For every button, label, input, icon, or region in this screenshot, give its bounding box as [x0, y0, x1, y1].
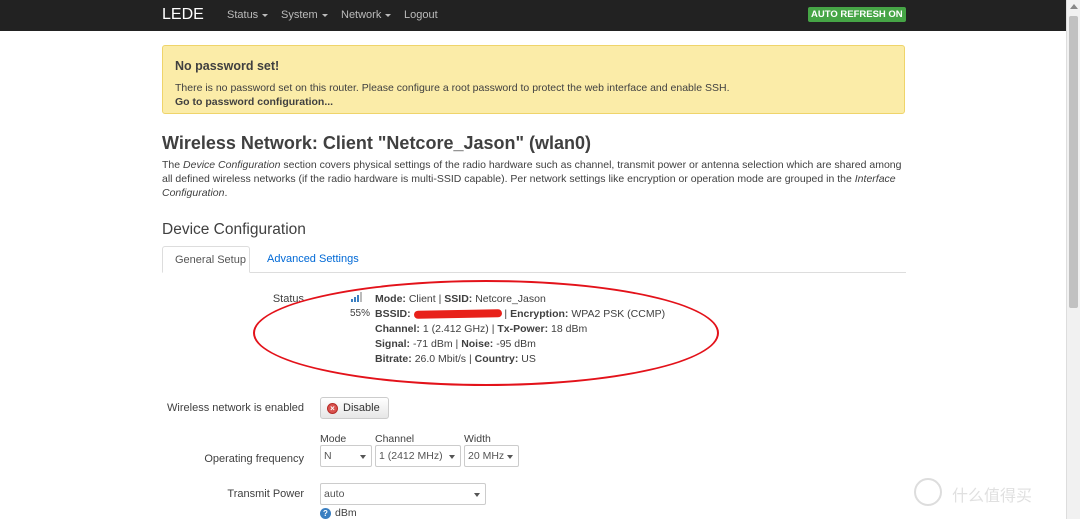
transmit-power-select[interactable]: auto [320, 483, 486, 505]
chevron-down-icon [507, 455, 513, 459]
stop-icon: × [327, 403, 338, 414]
width-select[interactable]: 20 MHz [464, 445, 519, 467]
nav-network-label: Network [341, 9, 382, 21]
width-caption: Width [464, 433, 491, 445]
tabs-divider [162, 272, 906, 273]
desc-text: The [162, 159, 184, 171]
watermark-logo-icon [914, 478, 942, 506]
disable-button[interactable]: × Disable [320, 397, 389, 419]
chevron-down-icon [262, 13, 269, 17]
nav-status-label: Status [227, 9, 259, 21]
nav-system-label: System [281, 9, 318, 21]
page-title: Wireless Network: Client "Netcore_Jason"… [162, 133, 592, 153]
enabled-label: Wireless network is enabled [167, 402, 304, 414]
page-description: The Device Configuration section covers … [162, 158, 907, 200]
scroll-thumb[interactable] [1069, 16, 1078, 308]
txpower-unit: dBm [335, 507, 357, 519]
channel-select[interactable]: 1 (2412 MHz) [375, 445, 461, 467]
alert-text: There is no password set on this router.… [175, 82, 730, 94]
channel-caption: Channel [375, 433, 415, 445]
annotation-ellipse [253, 280, 719, 386]
nav-logout[interactable]: Logout [404, 9, 438, 21]
password-alert: No password set! There is no password se… [162, 45, 905, 114]
section-title: Device Configuration [162, 221, 306, 238]
tab-general-setup[interactable]: General Setup [162, 246, 250, 273]
transmit-power-value: auto [324, 488, 345, 500]
top-navbar: LEDE Status System Network Logout AUTO R… [0, 0, 1066, 31]
brand-logo[interactable]: LEDE [162, 6, 204, 24]
mode-select[interactable]: N [320, 445, 372, 467]
nav-system[interactable]: System [281, 9, 328, 21]
scrollbar[interactable] [1066, 0, 1080, 519]
help-icon[interactable]: ? [320, 508, 331, 519]
transmit-power-label: Transmit Power [227, 488, 304, 500]
desc-em: Device Configuration [183, 159, 281, 171]
desc-text: . [224, 187, 228, 199]
chevron-down-icon [385, 13, 392, 17]
operating-frequency-label: Operating frequency [204, 453, 304, 465]
mode-caption: Mode [320, 433, 347, 445]
width-select-value: 20 MHz [468, 450, 505, 462]
nav-network[interactable]: Network [341, 9, 392, 21]
scroll-up-icon[interactable] [1070, 4, 1078, 9]
disable-button-label: Disable [343, 402, 380, 414]
nav-status[interactable]: Status [227, 9, 269, 21]
tab-advanced-settings[interactable]: Advanced Settings [267, 253, 359, 265]
auto-refresh-toggle[interactable]: AUTO REFRESH ON [808, 7, 906, 22]
chevron-down-icon [360, 455, 366, 459]
chevron-down-icon [449, 455, 455, 459]
chevron-down-icon [474, 493, 480, 497]
mode-select-value: N [324, 450, 332, 462]
password-config-link[interactable]: Go to password configuration... [175, 96, 333, 108]
chevron-down-icon [321, 13, 328, 17]
channel-select-value: 1 (2412 MHz) [379, 450, 443, 462]
watermark-text: 什么值得买 [952, 488, 1033, 505]
alert-title: No password set! [175, 59, 280, 73]
